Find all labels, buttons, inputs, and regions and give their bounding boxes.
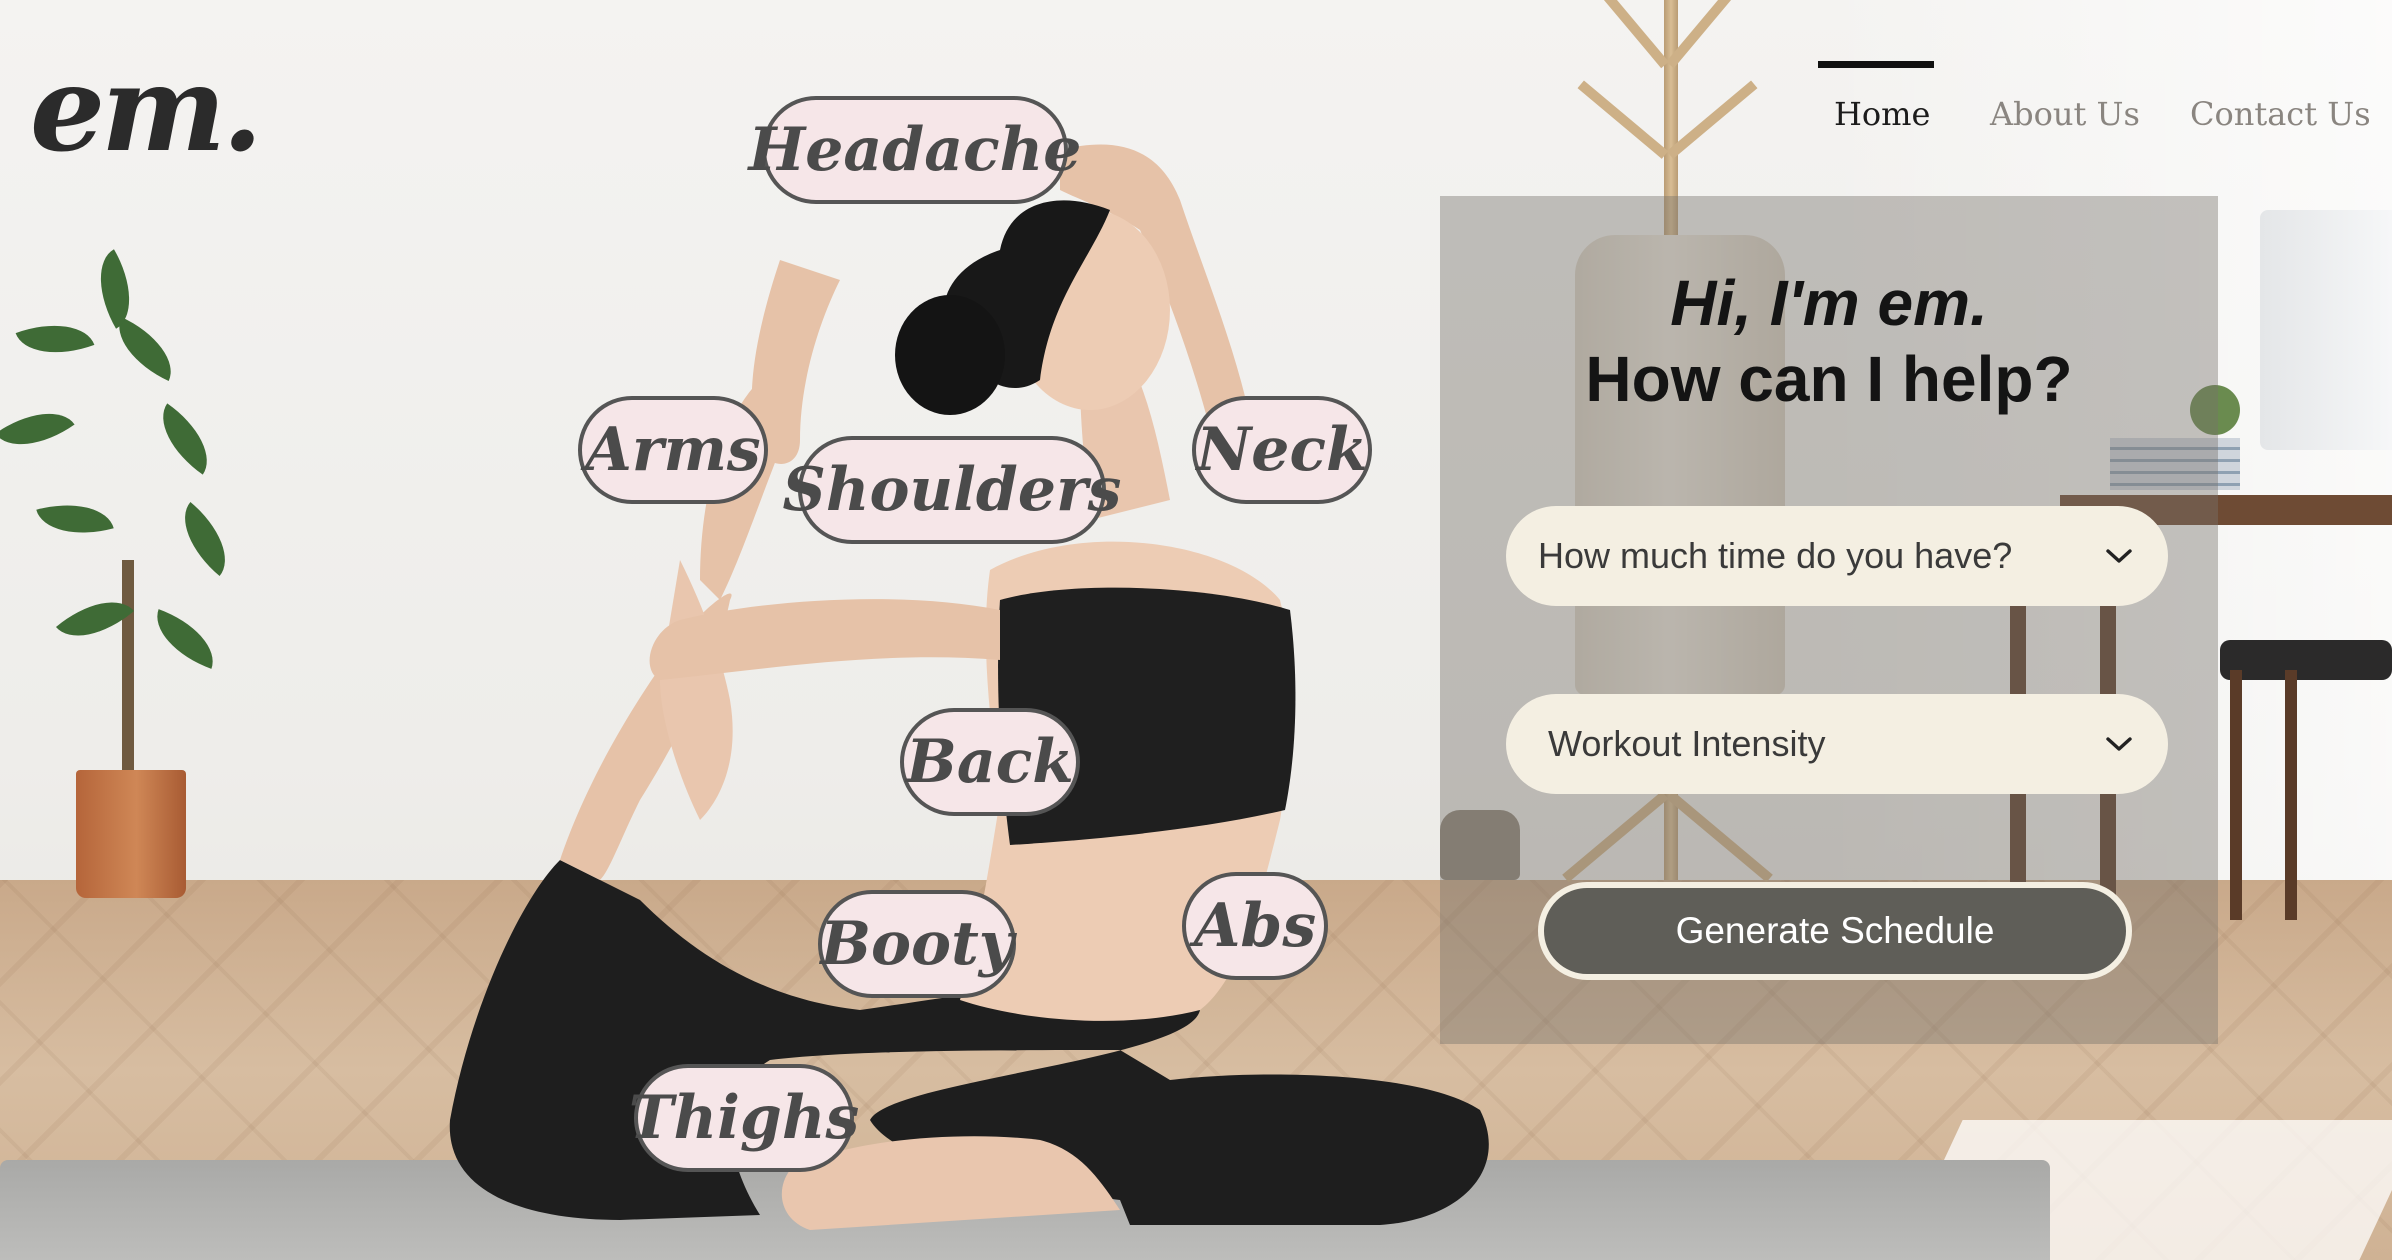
nav-active-indicator bbox=[1818, 61, 1934, 68]
workout-intensity-select-value: Workout Intensity bbox=[1548, 723, 1826, 764]
bodypart-thighs-button[interactable]: Thighs bbox=[629, 1064, 859, 1172]
bodypart-back-button[interactable]: Back bbox=[900, 708, 1080, 816]
time-available-select[interactable]: How much time do you have? bbox=[1506, 506, 2168, 606]
schedule-panel: Hi, I'm em. How can I help? How much tim… bbox=[1440, 196, 2218, 1044]
bodypart-arms-button[interactable]: Arms bbox=[578, 396, 768, 504]
bodypart-booty-button[interactable]: Booty bbox=[818, 890, 1016, 998]
brand-logo[interactable]: em. bbox=[30, 50, 263, 168]
bodypart-abs-button[interactable]: Abs bbox=[1182, 872, 1328, 980]
greeting-line-1: Hi, I'm em. bbox=[1670, 267, 1988, 339]
greeting-line-2: How can I help? bbox=[1585, 343, 2073, 415]
nav-contact-us[interactable]: Contact Us bbox=[2190, 95, 2371, 133]
bodypart-neck-button[interactable]: Neck bbox=[1192, 396, 1372, 504]
nav-about-us[interactable]: About Us bbox=[1990, 95, 2140, 133]
bodypart-shoulders-button[interactable]: Shoulders bbox=[783, 436, 1121, 544]
workout-intensity-select[interactable]: Workout Intensity bbox=[1506, 694, 2168, 794]
time-available-select-value: How much time do you have? bbox=[1538, 535, 2013, 576]
chevron-down-icon bbox=[2106, 737, 2132, 751]
generate-schedule-button[interactable]: Generate Schedule bbox=[1538, 882, 2132, 980]
nav-home[interactable]: Home bbox=[1834, 95, 1930, 133]
top-nav: Home About Us Contact Us bbox=[1752, 95, 2392, 145]
chevron-down-icon bbox=[2106, 549, 2132, 563]
bodypart-headache-button[interactable]: Headache bbox=[749, 96, 1081, 204]
